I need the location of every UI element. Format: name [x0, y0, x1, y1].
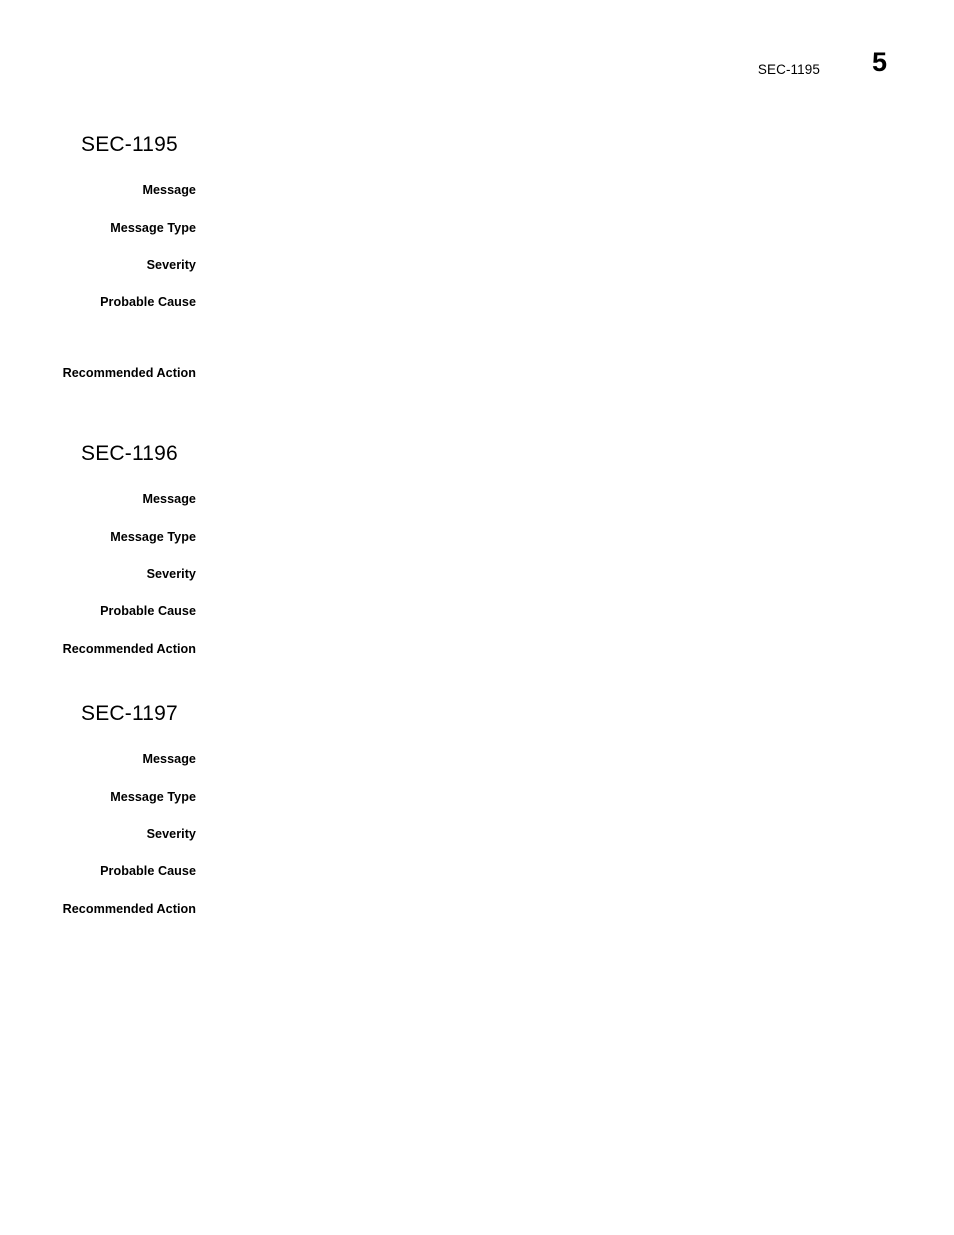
page-header: SEC-1195 5 — [0, 49, 954, 106]
field-value — [212, 602, 884, 621]
field-label: Message — [142, 752, 196, 766]
field-label: Message Type — [110, 530, 196, 544]
field-label: Message Type — [110, 790, 196, 804]
field-value — [212, 256, 884, 275]
field-value — [212, 181, 884, 200]
field-label: Probable Cause — [100, 604, 196, 618]
field-value — [212, 788, 884, 807]
field-value — [212, 825, 884, 844]
field-value — [212, 490, 884, 509]
field-value — [212, 640, 884, 659]
field-label: Recommended Action — [62, 902, 196, 916]
section-heading-sec-1197: SEC-1197 — [81, 702, 178, 725]
field-label: Recommended Action — [62, 366, 196, 380]
field-value — [212, 862, 884, 881]
field-value — [212, 900, 884, 919]
field-value — [212, 565, 884, 584]
section-heading-sec-1196: SEC-1196 — [81, 442, 178, 465]
field-label: Probable Cause — [100, 864, 196, 878]
field-label: Recommended Action — [62, 642, 196, 656]
field-value — [212, 219, 884, 238]
field-value — [212, 364, 884, 383]
section-heading-sec-1195: SEC-1195 — [81, 133, 178, 156]
field-label: Severity — [146, 258, 196, 272]
field-value — [212, 293, 884, 312]
field-label: Message Type — [110, 221, 196, 235]
field-value — [212, 528, 884, 547]
field-label: Severity — [146, 827, 196, 841]
field-label: Message — [142, 183, 196, 197]
field-label: Severity — [146, 567, 196, 581]
page-number: 5 — [871, 47, 887, 77]
running-header-title: SEC-1195 — [757, 62, 820, 77]
document-page: SEC-1195 5 SEC-1195 Message Message Type Se… — [0, 0, 954, 1235]
field-value — [212, 750, 884, 769]
field-label: Probable Cause — [100, 295, 196, 309]
field-label: Message — [142, 492, 196, 506]
